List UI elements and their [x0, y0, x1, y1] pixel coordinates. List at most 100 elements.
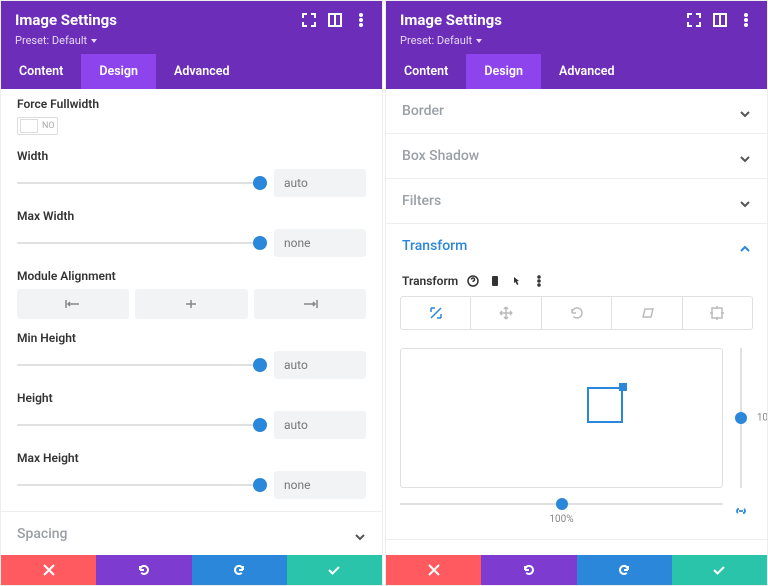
settings-panel-right: Image Settings Preset: Default Content D… — [385, 0, 768, 586]
tab-design[interactable]: Design — [466, 54, 541, 89]
section-title: Box Shadow — [402, 148, 479, 164]
hover-icon[interactable] — [510, 274, 524, 288]
cancel-button[interactable] — [386, 555, 481, 585]
tab-content[interactable]: Content — [386, 54, 466, 89]
transform-skew-tab[interactable] — [612, 297, 682, 329]
panel-columns-icon[interactable] — [328, 13, 342, 27]
horizontal-value: 100% — [400, 514, 723, 525]
tab-advanced[interactable]: Advanced — [156, 54, 248, 89]
panel-header: Image Settings Preset: Default — [1, 1, 382, 54]
section-filters[interactable]: Filters — [386, 178, 767, 223]
settings-panel-left: Image Settings Preset: Default Content D… — [0, 0, 383, 586]
panel-footer — [386, 555, 767, 585]
field-label: Force Fullwidth — [17, 97, 366, 111]
link-values-icon[interactable] — [729, 504, 753, 518]
expand-icon[interactable] — [687, 13, 701, 27]
field-max-height: Max Height none — [1, 443, 382, 503]
section-transform[interactable]: Transform — [386, 223, 767, 268]
section-title: Filters — [402, 193, 441, 209]
undo-button[interactable] — [96, 555, 191, 585]
more-icon[interactable] — [532, 274, 546, 288]
field-label: Max Height — [17, 451, 366, 465]
section-box-shadow[interactable]: Box Shadow — [386, 133, 767, 178]
field-width: Width auto — [1, 141, 382, 201]
save-button[interactable] — [672, 555, 767, 585]
save-button[interactable] — [287, 555, 382, 585]
slider-thumb[interactable] — [556, 498, 568, 510]
field-force-fullwidth: Force Fullwidth NO — [1, 89, 382, 141]
slider-thumb[interactable] — [253, 176, 267, 190]
transform-preview-box[interactable] — [587, 387, 623, 423]
align-left-button[interactable] — [17, 289, 129, 319]
slider-min-height[interactable] — [17, 353, 260, 377]
field-max-width: Max Width none — [1, 201, 382, 261]
more-icon[interactable] — [354, 13, 368, 27]
redo-button[interactable] — [192, 555, 287, 585]
field-label: Height — [17, 391, 366, 405]
tab-design[interactable]: Design — [81, 54, 156, 89]
transform-vertical-slider[interactable]: 100% — [729, 348, 753, 488]
transform-canvas[interactable] — [400, 348, 723, 488]
tab-content[interactable]: Content — [1, 54, 81, 89]
value-width[interactable]: auto — [274, 169, 366, 197]
preset-selector[interactable]: Preset: Default — [15, 34, 97, 47]
transform-label: Transform — [402, 274, 458, 288]
panel-title: Image Settings — [15, 11, 117, 29]
vertical-value: 100% — [757, 413, 767, 424]
preset-selector[interactable]: Preset: Default — [400, 34, 482, 47]
tab-advanced[interactable]: Advanced — [541, 54, 633, 89]
field-module-alignment: Module Alignment — [1, 261, 382, 323]
transform-scale-tab[interactable] — [401, 297, 471, 329]
toggle-force-fullwidth[interactable]: NO — [17, 117, 58, 135]
chevron-down-icon — [739, 105, 751, 117]
chevron-up-icon — [739, 240, 751, 252]
undo-button[interactable] — [481, 555, 576, 585]
transform-horizontal-slider[interactable] — [400, 496, 723, 512]
responsive-icon[interactable] — [488, 274, 502, 288]
section-spacing[interactable]: Spacing — [1, 511, 382, 555]
slider-max-height[interactable] — [17, 473, 260, 497]
cancel-button[interactable] — [1, 555, 96, 585]
field-label: Width — [17, 149, 366, 163]
more-icon[interactable] — [739, 13, 753, 27]
slider-thumb[interactable] — [253, 236, 267, 250]
transform-label-row: Transform — [386, 274, 767, 288]
chevron-down-icon — [739, 150, 751, 162]
value-height[interactable]: auto — [274, 411, 366, 439]
section-animation[interactable]: Animation — [386, 539, 767, 555]
align-center-button[interactable] — [135, 289, 247, 319]
expand-icon[interactable] — [302, 13, 316, 27]
slider-max-width[interactable] — [17, 231, 260, 255]
transform-type-tabs — [400, 296, 753, 330]
field-min-height: Min Height auto — [1, 323, 382, 383]
panel-header: Image Settings Preset: Default — [386, 1, 767, 54]
transform-rotate-tab[interactable] — [542, 297, 612, 329]
field-label: Module Alignment — [17, 269, 366, 283]
panel-footer — [1, 555, 382, 585]
panel-title: Image Settings — [400, 11, 502, 29]
tabs: Content Design Advanced — [1, 54, 382, 89]
chevron-down-icon — [739, 195, 751, 207]
slider-height[interactable] — [17, 413, 260, 437]
field-height: Height auto — [1, 383, 382, 443]
value-max-width[interactable]: none — [274, 229, 366, 257]
section-title: Transform — [402, 238, 467, 254]
panel-columns-icon[interactable] — [713, 13, 727, 27]
slider-width[interactable] — [17, 171, 260, 195]
slider-thumb[interactable] — [253, 478, 267, 492]
value-max-height[interactable]: none — [274, 471, 366, 499]
transform-translate-tab[interactable] — [471, 297, 541, 329]
slider-thumb[interactable] — [253, 418, 267, 432]
value-min-height[interactable]: auto — [274, 351, 366, 379]
section-title: Border — [402, 103, 444, 119]
transform-origin-tab[interactable] — [683, 297, 752, 329]
slider-thumb[interactable] — [735, 412, 747, 424]
help-icon[interactable] — [466, 274, 480, 288]
redo-button[interactable] — [577, 555, 672, 585]
tabs: Content Design Advanced — [386, 54, 767, 89]
section-border[interactable]: Border — [386, 89, 767, 133]
field-label: Min Height — [17, 331, 366, 345]
transform-canvas-wrap: 100% — [400, 348, 753, 488]
slider-thumb[interactable] — [253, 358, 267, 372]
align-right-button[interactable] — [254, 289, 366, 319]
